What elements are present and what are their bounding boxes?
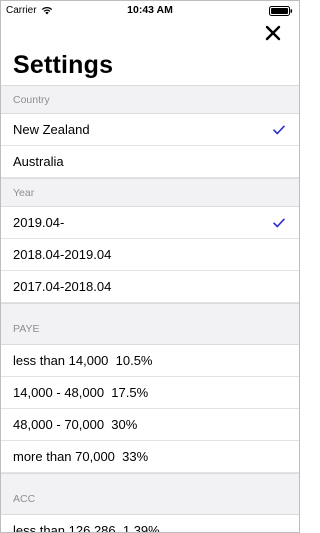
battery-icon xyxy=(269,6,293,16)
paye-row: 48,000 - 70,000 30% xyxy=(1,409,299,441)
section-header-acc: ACC xyxy=(1,473,299,515)
section-header-paye: PAYE xyxy=(1,303,299,345)
section-header-label: Year xyxy=(13,187,35,199)
row-label: New Zealand xyxy=(13,122,90,137)
app-screen: Carrier 10:43 AM Settings Country New Ze… xyxy=(0,0,300,533)
close-icon[interactable] xyxy=(263,23,283,43)
status-time: 10:43 AM xyxy=(127,4,173,16)
paye-row: 14,000 - 48,000 17.5% xyxy=(1,377,299,409)
settings-list: Country New Zealand Australia Year 2019.… xyxy=(1,85,299,533)
year-row-2017[interactable]: 2017.04-2018.04 xyxy=(1,271,299,303)
status-bar: Carrier 10:43 AM xyxy=(1,1,299,21)
row-label: more than 70,000 33% xyxy=(13,449,149,464)
section-header-year: Year xyxy=(1,178,299,207)
country-row-australia[interactable]: Australia xyxy=(1,146,299,178)
checkmark-icon xyxy=(273,218,285,228)
paye-row: more than 70,000 33% xyxy=(1,441,299,473)
row-label: 14,000 - 48,000 17.5% xyxy=(13,385,149,400)
year-row-2018[interactable]: 2018.04-2019.04 xyxy=(1,239,299,271)
section-header-country: Country xyxy=(1,85,299,114)
row-label: 2018.04-2019.04 xyxy=(13,247,112,262)
navigation-bar xyxy=(1,21,299,47)
section-header-label: Country xyxy=(13,94,50,106)
row-label: 2019.04- xyxy=(13,215,65,230)
row-label: 48,000 - 70,000 30% xyxy=(13,417,138,432)
page-title: Settings xyxy=(13,51,114,79)
row-label: less than 14,000 10.5% xyxy=(13,353,153,368)
year-row-2019[interactable]: 2019.04- xyxy=(1,207,299,239)
checkmark-icon xyxy=(273,125,285,135)
row-label: Australia xyxy=(13,154,64,169)
country-row-new-zealand[interactable]: New Zealand xyxy=(1,114,299,146)
paye-row: less than 14,000 10.5% xyxy=(1,345,299,377)
row-label: less than 126,286 1.39% xyxy=(13,523,160,533)
row-label: 2017.04-2018.04 xyxy=(13,279,112,294)
acc-row: less than 126,286 1.39% xyxy=(1,515,299,533)
